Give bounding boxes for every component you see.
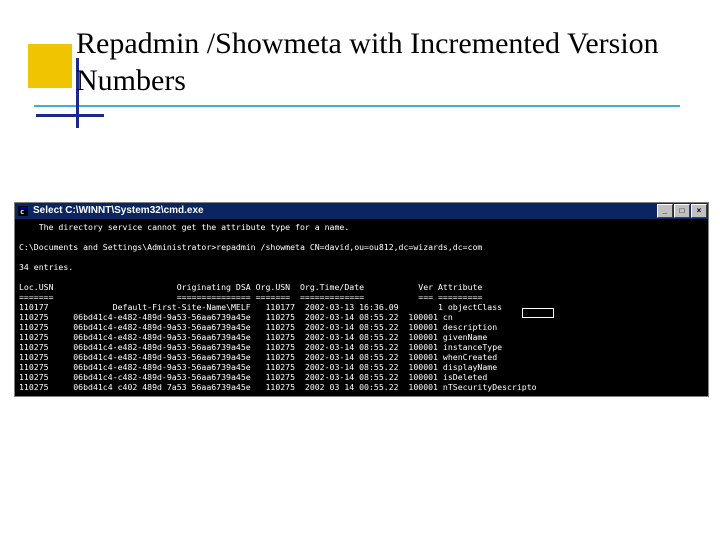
cmd-title-text: Select C:\WINNT\System32\cmd.exe (33, 206, 204, 216)
minimize-button[interactable]: _ (657, 204, 673, 218)
title-accent-horizontal (36, 114, 104, 117)
cmd-sysmenu-icon[interactable]: c (17, 205, 29, 217)
title-divider-cyan (34, 105, 680, 107)
svg-text:c: c (20, 208, 24, 216)
close-button[interactable]: × (691, 204, 707, 218)
cmd-window[interactable]: c Select C:\WINNT\System32\cmd.exe _ □ ×… (14, 202, 709, 397)
slide: Repadmin /Showmeta with Incremented Vers… (0, 0, 720, 540)
cmd-titlebar[interactable]: c Select C:\WINNT\System32\cmd.exe _ □ × (15, 203, 708, 220)
slide-title: Repadmin /Showmeta with Incremented Vers… (48, 26, 680, 99)
slide-title-block: Repadmin /Showmeta with Incremented Vers… (48, 26, 680, 99)
cmd-body[interactable]: The directory service cannot get the att… (15, 220, 708, 396)
maximize-button[interactable]: □ (674, 204, 690, 218)
